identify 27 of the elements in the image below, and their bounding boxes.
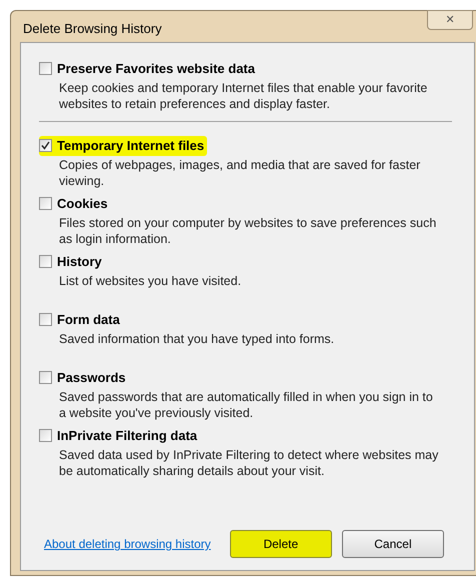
help-link[interactable]: About deleting browsing history bbox=[44, 535, 211, 553]
option-label: Cookies bbox=[57, 195, 108, 213]
checkbox[interactable] bbox=[39, 429, 52, 442]
option-label: Form data bbox=[57, 311, 120, 329]
option-description: Saved data used by InPrivate Filtering to detect where websites may be automatically sharing details about your visit. bbox=[59, 446, 439, 478]
checkbox[interactable] bbox=[39, 371, 52, 384]
option-description: Files stored on your computer by websites to save preferences such as login information. bbox=[59, 214, 438, 246]
option-label: Passwords bbox=[57, 369, 126, 387]
checkbox[interactable] bbox=[39, 255, 52, 268]
checkbox[interactable] bbox=[39, 62, 52, 76]
option-description: Keep cookies and temporary Internet files that enable your favorite websites to retain preferences and display faster. bbox=[59, 80, 428, 112]
option-description: List of websites you have visited. bbox=[59, 272, 242, 288]
option-description: Copies of webpages, images, and media that are saved for faster viewing. bbox=[59, 156, 422, 188]
checkbox[interactable] bbox=[39, 139, 52, 152]
option-label: Preserve Favorites website data bbox=[57, 60, 255, 78]
dialog-button[interactable]: Delete bbox=[230, 530, 332, 558]
close-button[interactable]: ✕ bbox=[427, 10, 473, 30]
option-label: History bbox=[57, 253, 102, 271]
option-description: Saved information that you have typed into forms. bbox=[59, 330, 336, 346]
checkbox[interactable] bbox=[39, 197, 52, 210]
option-label: InPrivate Filtering data bbox=[57, 427, 198, 445]
option-description: Saved passwords that are automatically filled in when you sign in to a website you've previously visited. bbox=[59, 388, 434, 420]
option-label: Temporary Internet files bbox=[57, 137, 204, 155]
dialog-button[interactable]: Cancel bbox=[342, 530, 444, 558]
window-title: Delete Browsing History bbox=[23, 20, 162, 38]
checkbox[interactable] bbox=[39, 313, 52, 326]
checkmark-icon bbox=[41, 141, 50, 150]
